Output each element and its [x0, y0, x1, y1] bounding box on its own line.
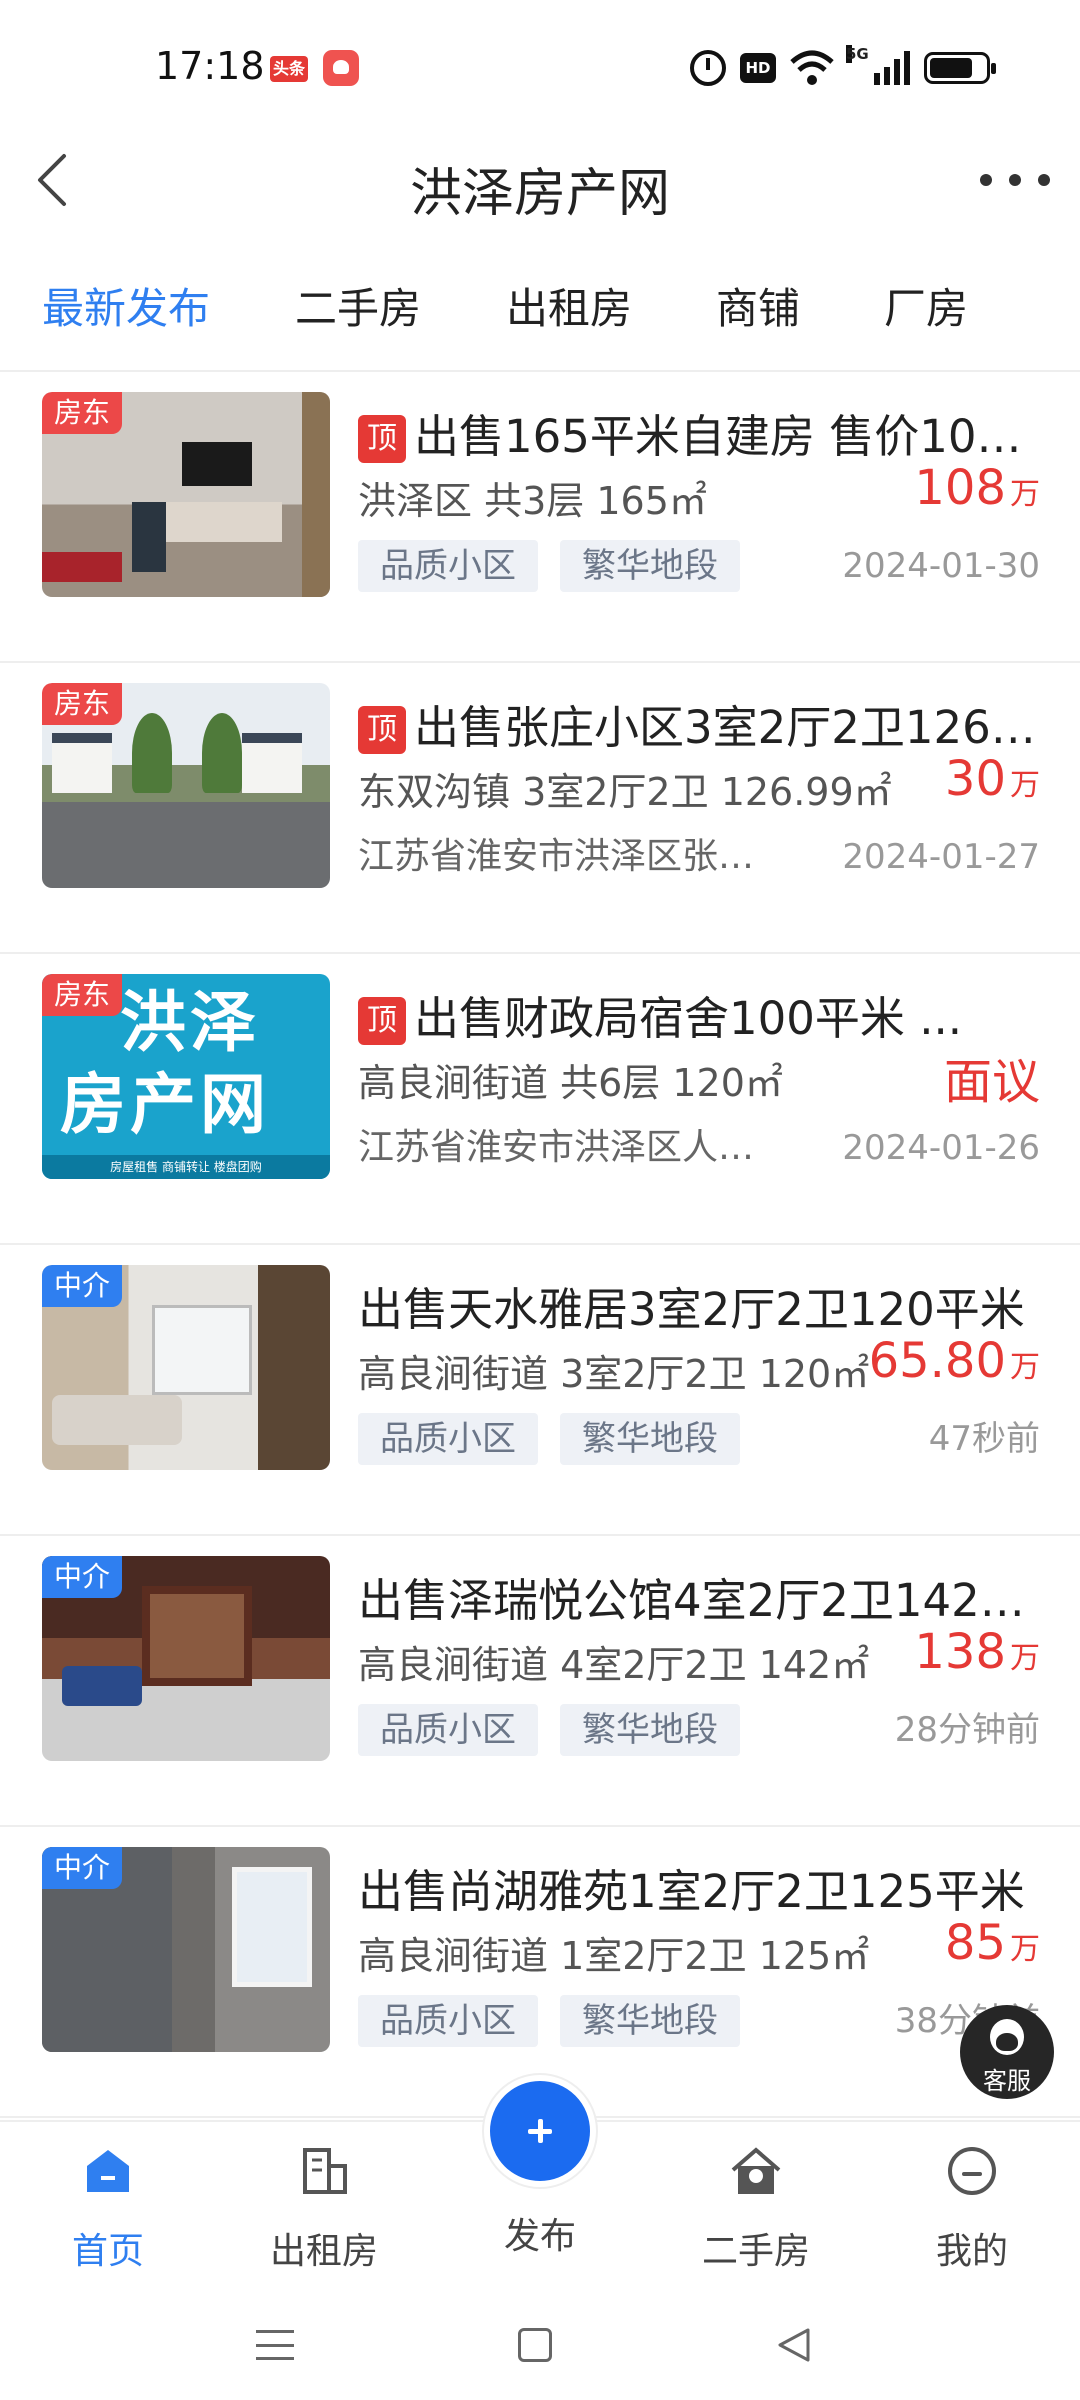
feature-tag: 繁华地段 — [560, 1995, 740, 2047]
toutiao-notification-icon: 头条 — [270, 56, 308, 82]
listing-photo[interactable]: 房东 洪泽 房产网 房屋租售 商铺转让 楼盘团购 — [42, 974, 330, 1179]
feature-tag: 繁华地段 — [560, 540, 740, 592]
listing-date: 47秒前 — [928, 1419, 1040, 1459]
listing-info: 高良涧街道 1室2厅2卫 125㎡ — [358, 1934, 870, 1978]
home-icon — [87, 2150, 129, 2192]
listing-card[interactable]: 中介 出售泽瑞悦公馆4室2厅2卫142平米 高良涧街道 4室2厅2卫 142㎡ … — [0, 1536, 1080, 1827]
tab-shops[interactable]: 商铺 — [716, 275, 800, 336]
page-title: 洪泽房产网 — [409, 164, 670, 224]
listing-address: 江苏省淮安市洪泽区张庄小区 — [358, 836, 788, 877]
listing-price: 30 万 — [944, 751, 1040, 807]
logo-strip: 房屋租售 商铺转让 楼盘团购 — [42, 1155, 330, 1179]
pinned-tag: 顶 — [358, 415, 406, 463]
owner-badge: 房东 — [42, 974, 123, 1016]
owner-badge: 房东 — [42, 683, 123, 725]
agent-badge: 中介 — [42, 1556, 123, 1598]
customer-service-label: 客服 — [983, 2067, 1031, 2095]
listing-price: 85 万 — [944, 1915, 1040, 1971]
listing-price: 65.80 万 — [868, 1333, 1040, 1389]
agent-badge: 中介 — [42, 1265, 123, 1307]
category-tabs: 最新发布 二手房 出租房 商铺 厂房 — [0, 265, 1080, 365]
listing-date: 28分钟前 — [894, 1710, 1040, 1750]
listing-card[interactable]: 房东 洪泽 房产网 房屋租售 商铺转让 楼盘团购 顶出售财政局宿舍100平米 ..… — [0, 954, 1080, 1245]
feature-tag: 繁华地段 — [560, 1413, 740, 1465]
nav-profile[interactable]: 我的 — [892, 2142, 1052, 2274]
agent-avatar-icon — [990, 2019, 1024, 2055]
listing-photo[interactable]: 中介 — [42, 1265, 330, 1470]
listing-date: 2024-01-30 — [842, 546, 1040, 586]
wifi-icon — [790, 50, 834, 85]
feature-tag: 品质小区 — [358, 1704, 538, 1756]
pinned-tag: 顶 — [358, 706, 406, 754]
listing-photo[interactable]: 中介 — [42, 1847, 330, 2052]
customer-service-button[interactable]: 客服 — [960, 2005, 1054, 2099]
feature-tag: 品质小区 — [358, 1995, 538, 2047]
listing-title[interactable]: 顶出售165平米自建房 售价108万 — [358, 400, 1048, 465]
listing-price: 面议 — [943, 1054, 1040, 1110]
signal-icon: 5G — [846, 45, 910, 85]
system-nav-bar — [0, 2290, 1080, 2400]
tab-factory[interactable]: 厂房 — [884, 275, 968, 336]
tab-second-hand[interactable]: 二手房 — [295, 275, 421, 336]
listing-photo[interactable]: 房东 — [42, 392, 330, 597]
listing-photo[interactable]: 中介 — [42, 1556, 330, 1761]
listing-card[interactable]: 房东 顶出售张庄小区3室2厅2卫126.99平米 东双沟镇 3室2厅2卫 126… — [0, 663, 1080, 954]
listing-title[interactable]: 顶出售财政局宿舍100平米 ... — [358, 982, 1048, 1047]
header: 洪泽房产网 — [0, 115, 1080, 245]
listing-title[interactable]: 顶出售张庄小区3室2厅2卫126.99平米 — [358, 691, 1048, 756]
feature-tag: 品质小区 — [358, 540, 538, 592]
listing-title[interactable]: 出售泽瑞悦公馆4室2厅2卫142平米 — [358, 1564, 1048, 1629]
recent-apps-icon[interactable] — [256, 2330, 294, 2360]
alarm-icon — [690, 50, 726, 86]
nav-rental[interactable]: 出租房 — [244, 2142, 404, 2274]
building-icon — [303, 2148, 347, 2194]
nav-home[interactable]: 首页 — [28, 2142, 188, 2274]
listing-info: 高良涧街道 4室2厅2卫 142㎡ — [358, 1643, 870, 1687]
listing-date: 2024-01-26 — [842, 1128, 1040, 1168]
listing-title[interactable]: 出售天水雅居3室2厅2卫120平米 — [358, 1273, 1048, 1338]
hd-icon: HD — [740, 53, 776, 83]
listing-list: 房东 顶出售165平米自建房 售价108万 洪泽区 共3层 165㎡ 108 万 … — [0, 372, 1080, 2118]
more-icon[interactable] — [980, 163, 1050, 197]
listing-card[interactable]: 房东 顶出售165平米自建房 售价108万 洪泽区 共3层 165㎡ 108 万 … — [0, 372, 1080, 663]
listing-date: 2024-01-27 — [842, 837, 1040, 877]
listing-tags: 品质小区 繁华地段 — [358, 1704, 740, 1756]
pinned-tag: 顶 — [358, 997, 406, 1045]
listing-address: 江苏省淮安市洪泽区人民路 — [358, 1127, 788, 1168]
listing-info: 高良涧街道 共6层 120㎡ — [358, 1061, 783, 1105]
listing-info: 高良涧街道 3室2厅2卫 120㎡ — [358, 1352, 870, 1396]
system-home-icon[interactable] — [518, 2328, 552, 2362]
tab-latest[interactable]: 最新发布 — [42, 275, 210, 336]
listing-title[interactable]: 出售尚湖雅苑1室2厅2卫125平米 — [358, 1855, 1048, 1920]
listing-card[interactable]: 中介 出售天水雅居3室2厅2卫120平米 高良涧街道 3室2厅2卫 120㎡ 6… — [0, 1245, 1080, 1536]
publish-plus-button[interactable] — [484, 2075, 596, 2187]
status-bar: 17:18 头条 HD 5G — [0, 0, 1080, 115]
feature-tag: 繁华地段 — [560, 1704, 740, 1756]
status-time: 17:18 — [155, 44, 265, 88]
feature-tag: 品质小区 — [358, 1413, 538, 1465]
system-back-icon[interactable] — [776, 2326, 812, 2364]
listing-photo[interactable]: 房东 — [42, 683, 330, 888]
nav-publish-label[interactable]: 发布 — [460, 2207, 620, 2259]
battery-icon — [924, 52, 996, 84]
agent-badge: 中介 — [42, 1847, 123, 1889]
listing-tags: 品质小区 繁华地段 — [358, 1995, 740, 2047]
listing-tags: 品质小区 繁华地段 — [358, 540, 740, 592]
tab-rental[interactable]: 出租房 — [506, 275, 632, 336]
owner-badge: 房东 — [42, 392, 123, 434]
listing-price: 138 万 — [914, 1624, 1040, 1680]
profile-icon — [948, 2147, 996, 2195]
app-notification-icon — [323, 50, 359, 86]
listing-info: 东双沟镇 3室2厅2卫 126.99㎡ — [358, 770, 892, 814]
house-icon — [731, 2147, 781, 2194]
nav-second-hand[interactable]: 二手房 — [676, 2142, 836, 2274]
listing-info: 洪泽区 共3层 165㎡ — [358, 479, 707, 523]
listing-price: 108 万 — [914, 460, 1040, 516]
listing-tags: 品质小区 繁华地段 — [358, 1413, 740, 1465]
